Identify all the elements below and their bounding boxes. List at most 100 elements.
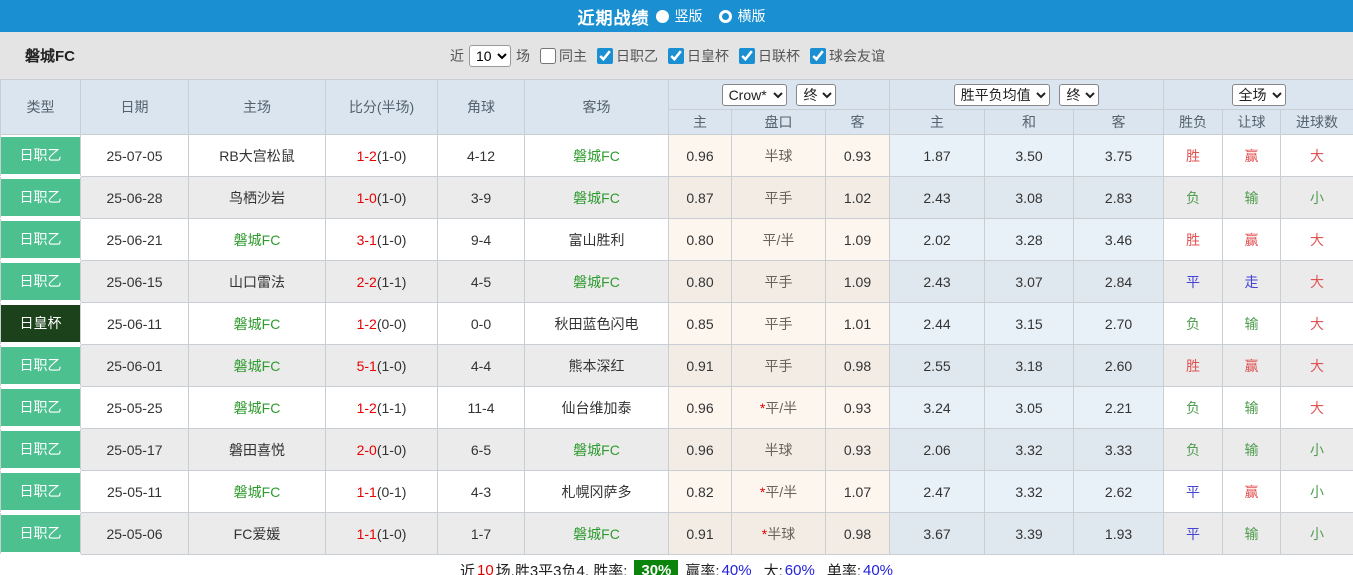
- type-badge: 日职乙: [1, 347, 80, 384]
- ah-away-odds: 1.02: [826, 177, 890, 219]
- match-row: 日职乙25-05-17磐田喜悦2-0(1-0)6-5磐城FC0.96半球0.93…: [1, 429, 1353, 471]
- ah-home-odds: 0.96: [669, 387, 732, 429]
- handicap-result: 输: [1223, 303, 1281, 345]
- single-rate-label: 单率:: [827, 560, 861, 575]
- ah-home-odds: 0.96: [669, 429, 732, 471]
- away-team: 仙台维加泰: [525, 387, 669, 429]
- ah-away-odds: 1.09: [826, 219, 890, 261]
- handicap: 半球: [732, 429, 826, 471]
- checkbox-0[interactable]: [540, 48, 556, 64]
- sub-header-ah-result: 让球: [1223, 110, 1281, 135]
- avg-home-odds: 2.44: [890, 303, 985, 345]
- checkbox-wrap-3: 日联杯: [729, 46, 800, 66]
- avg-away-odds: 1.93: [1074, 513, 1164, 555]
- match-row: 日职乙25-06-15山口雷法2-2(1-1)4-5磐城FC0.80平手1.09…: [1, 261, 1353, 303]
- ah-home-odds: 0.82: [669, 471, 732, 513]
- avg-draw-odds: 3.05: [985, 387, 1074, 429]
- score: 1-2(1-1): [326, 387, 438, 429]
- match-row: 日皇杯25-06-11磐城FC1-2(0-0)0-0秋田蓝色闪电0.85平手1.…: [1, 303, 1353, 345]
- match-row: 日职乙25-07-05RB大宫松鼠1-2(1-0)4-12磐城FC0.96半球0…: [1, 135, 1353, 177]
- avg-away-odds: 2.84: [1074, 261, 1164, 303]
- horizontal-radio[interactable]: [719, 10, 732, 23]
- away-team: 秋田蓝色闪电: [525, 303, 669, 345]
- match-row: 日职乙25-06-01磐城FC5-1(1-0)4-4熊本深红0.91平手0.98…: [1, 345, 1353, 387]
- col-header-away: 客场: [525, 80, 669, 135]
- games-count-select[interactable]: 10: [469, 45, 511, 67]
- ah-home-odds: 0.85: [669, 303, 732, 345]
- match-date: 25-06-01: [81, 345, 189, 387]
- summary-near-label: 近: [460, 560, 475, 575]
- ah-away-odds: 0.98: [826, 345, 890, 387]
- checkbox-4[interactable]: [810, 48, 826, 64]
- ah-home-odds: 0.80: [669, 261, 732, 303]
- avg-away-odds: 3.33: [1074, 429, 1164, 471]
- checkbox-1[interactable]: [597, 48, 613, 64]
- away-team: 磐城FC: [525, 261, 669, 303]
- summary-near-count: 10: [477, 562, 494, 575]
- score: 1-2(0-0): [326, 303, 438, 345]
- checkbox-label-3[interactable]: 日联杯: [758, 46, 800, 66]
- sub-header-handicap: 盘口: [732, 110, 826, 135]
- horizontal-radio-label[interactable]: 横版: [738, 6, 766, 26]
- handicap: 平手: [732, 177, 826, 219]
- match-type: 日职乙: [1, 429, 81, 471]
- away-team: 磐城FC: [525, 177, 669, 219]
- away-team: 磐城FC: [525, 135, 669, 177]
- filter-bar: 磐城FC 近 10 场 同主日职乙日皇杯日联杯球会友谊: [0, 32, 1353, 79]
- goals-result: 大: [1281, 135, 1353, 177]
- avg-draw-odds: 3.07: [985, 261, 1074, 303]
- handicap-result: 输: [1223, 513, 1281, 555]
- match-date: 25-05-17: [81, 429, 189, 471]
- col-header-date: 日期: [81, 80, 189, 135]
- away-team: 熊本深红: [525, 345, 669, 387]
- fulltime-select[interactable]: 全场: [1232, 84, 1286, 106]
- avg-away-odds: 2.62: [1074, 471, 1164, 513]
- goals-result: 大: [1281, 345, 1353, 387]
- ah-away-odds: 0.98: [826, 513, 890, 555]
- team-name: 磐城FC: [25, 45, 75, 66]
- ah-home-odds: 0.96: [669, 135, 732, 177]
- result: 负: [1164, 387, 1223, 429]
- win-rate-badge: 30%: [634, 560, 678, 575]
- match-type: 日职乙: [1, 177, 81, 219]
- avg-away-odds: 2.70: [1074, 303, 1164, 345]
- handicap: 平手: [732, 261, 826, 303]
- vertical-radio[interactable]: [656, 10, 669, 23]
- odds-final-select[interactable]: 终: [1059, 84, 1099, 106]
- corners: 11-4: [438, 387, 525, 429]
- ah-away-odds: 0.93: [826, 135, 890, 177]
- checkbox-label-2[interactable]: 日皇杯: [687, 46, 729, 66]
- type-badge: 日职乙: [1, 389, 80, 426]
- home-team: RB大宫松鼠: [189, 135, 326, 177]
- avg-draw-odds: 3.32: [985, 471, 1074, 513]
- handicap-final-select[interactable]: 终: [796, 84, 836, 106]
- avg-home-odds: 2.47: [890, 471, 985, 513]
- avg-home-odds: 2.02: [890, 219, 985, 261]
- goals-result: 小: [1281, 471, 1353, 513]
- corners: 6-5: [438, 429, 525, 471]
- goals-result: 大: [1281, 219, 1353, 261]
- col-header-type: 类型: [1, 80, 81, 135]
- avg-home-odds: 3.24: [890, 387, 985, 429]
- fulltime-group-header: 全场: [1164, 80, 1353, 110]
- sub-header-avg-draw: 和: [985, 110, 1074, 135]
- score: 3-1(1-0): [326, 219, 438, 261]
- page-title: 近期战绩: [578, 4, 650, 29]
- checkbox-label-4[interactable]: 球会友谊: [829, 46, 885, 66]
- checkbox-label-1[interactable]: 日职乙: [616, 46, 658, 66]
- bookmaker-select[interactable]: Crow*: [722, 84, 787, 106]
- match-row: 日职乙25-05-06FC爱媛1-1(1-0)1-7磐城FC0.91*半球0.9…: [1, 513, 1353, 555]
- checkbox-2[interactable]: [668, 48, 684, 64]
- handicap: *平/半: [732, 387, 826, 429]
- avg-home-odds: 3.67: [890, 513, 985, 555]
- vertical-radio-label[interactable]: 竖版: [675, 6, 703, 26]
- match-row: 日职乙25-06-21磐城FC3-1(1-0)9-4富山胜利0.80平/半1.0…: [1, 219, 1353, 261]
- corners: 4-3: [438, 471, 525, 513]
- odds-avg-select[interactable]: 胜平负均值: [954, 84, 1050, 106]
- result: 平: [1164, 513, 1223, 555]
- checkbox-label-0[interactable]: 同主: [559, 46, 587, 66]
- away-team: 磐城FC: [525, 513, 669, 555]
- avg-home-odds: 2.43: [890, 261, 985, 303]
- checkbox-3[interactable]: [739, 48, 755, 64]
- match-row: 日职乙25-05-11磐城FC1-1(0-1)4-3札幌冈萨多0.82*平/半1…: [1, 471, 1353, 513]
